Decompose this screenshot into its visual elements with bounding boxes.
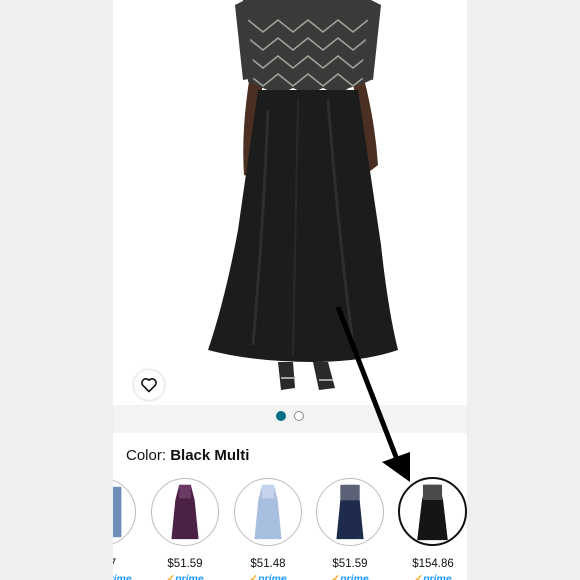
swatch-price-2: $51.48 (250, 558, 286, 570)
wishlist-button[interactable] (134, 370, 164, 400)
swatch-plum[interactable] (151, 478, 219, 546)
dress-illustration (208, 0, 398, 390)
prime-check-icon: ✓ (414, 573, 424, 580)
swatch-light-blue[interactable] (234, 478, 302, 546)
prime-check-icon: ✓ (331, 573, 341, 580)
product-page: Color: Black Multi 7 ✓prime $51.59 ✓prim… (113, 0, 467, 580)
prime-badge: ✓prime (393, 573, 467, 580)
color-selector-label: Color: Black Multi (126, 447, 249, 464)
carousel-dot-1[interactable] (276, 411, 286, 421)
selected-color-name: Black Multi (170, 447, 250, 464)
swatch-price-1: $51.59 (167, 558, 203, 570)
swatch-partial-left[interactable] (113, 478, 136, 546)
prime-badge: ✓prime (145, 573, 225, 580)
color-label: Color: (126, 447, 167, 464)
prime-badge: ✓prime (310, 573, 390, 580)
swatch-navy[interactable] (316, 478, 384, 546)
color-swatch-row: 7 ✓prime $51.59 ✓prime $51.48 ✓prime $51… (113, 477, 467, 580)
carousel-indicator (113, 411, 467, 423)
swatch-black-multi[interactable] (398, 477, 467, 546)
carousel-dot-2[interactable] (294, 411, 304, 421)
swatch-price-3: $51.59 (332, 558, 368, 570)
heart-icon (141, 378, 157, 393)
prime-check-icon: ✓ (249, 573, 259, 580)
swatch-price-4: $154.86 (412, 558, 454, 570)
prime-check-icon: ✓ (166, 573, 176, 580)
product-image[interactable] (113, 0, 467, 405)
prime-badge: ✓prime (228, 573, 308, 580)
